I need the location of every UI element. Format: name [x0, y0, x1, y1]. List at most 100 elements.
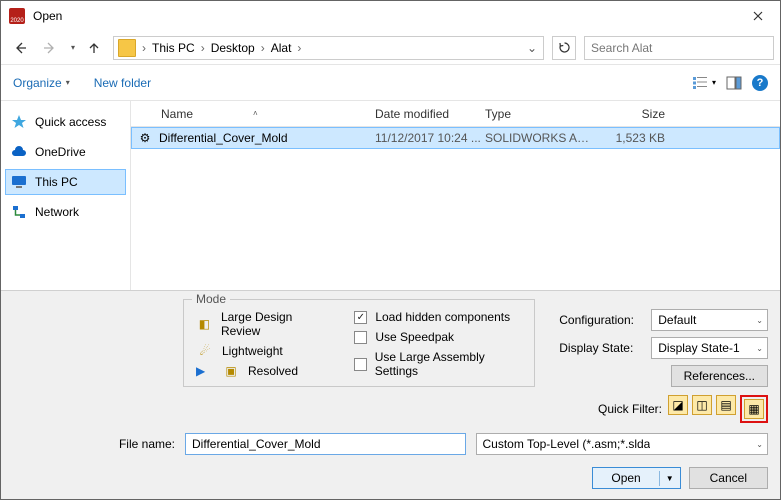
- open-dialog: Open ▾ › This PC › Desktop › Alat › ⌄ Se…: [0, 0, 781, 500]
- sidebar-item-network[interactable]: Network: [5, 199, 126, 225]
- mode-option-large-design-review[interactable]: ◧ Large Design Review: [196, 310, 328, 338]
- large-design-review-icon: ◧: [196, 317, 213, 331]
- mode-option-label: Large Design Review: [221, 310, 328, 338]
- back-button[interactable]: [7, 35, 33, 61]
- organize-menu[interactable]: Organize ▾: [13, 76, 70, 90]
- check-use-speedpak[interactable]: Use Speedpak: [354, 330, 522, 344]
- close-button[interactable]: [735, 1, 780, 31]
- refresh-icon: [558, 41, 571, 54]
- file-header: Name˄ Date modified Type Size: [131, 101, 780, 127]
- filter-part-button[interactable]: ◪: [668, 395, 688, 415]
- open-button[interactable]: Open ▼: [592, 467, 680, 489]
- window-title: Open: [33, 9, 735, 23]
- filter-assembly-button[interactable]: ◫: [692, 395, 712, 415]
- arrow-left-icon: [13, 41, 27, 55]
- column-type[interactable]: Type: [485, 107, 595, 121]
- cancel-button[interactable]: Cancel: [689, 467, 768, 489]
- breadcrumb-item[interactable]: This PC: [150, 41, 197, 55]
- titlebar: Open: [1, 1, 780, 31]
- file-name: Differential_Cover_Mold: [153, 131, 375, 145]
- chevron-down-icon: ⌄: [756, 344, 763, 353]
- view-menu[interactable]: ▾: [692, 75, 716, 91]
- column-date[interactable]: Date modified: [375, 107, 485, 121]
- star-icon: [11, 114, 27, 130]
- lightweight-icon: ☄: [196, 344, 214, 358]
- breadcrumb[interactable]: › This PC › Desktop › Alat › ⌄: [113, 36, 544, 60]
- chevron-down-icon: ▾: [66, 78, 70, 87]
- checkbox-icon: [354, 331, 367, 344]
- column-size[interactable]: Size: [595, 107, 685, 121]
- breadcrumb-expand[interactable]: ⌄: [523, 41, 541, 55]
- part-icon: ◪: [672, 398, 683, 412]
- file-type: SOLIDWORKS Ass...: [485, 131, 595, 145]
- app-icon: [9, 8, 25, 24]
- column-name[interactable]: Name˄: [137, 107, 375, 121]
- quick-filter-label: Quick Filter:: [598, 402, 662, 416]
- body: Quick access OneDrive This PC Network Na…: [1, 101, 780, 290]
- bottom-panel: Mode ◧ Large Design Review ☄ Lightweight…: [1, 290, 780, 499]
- close-icon: [753, 11, 763, 21]
- top-level-icon: ▦: [748, 402, 759, 416]
- display-state-value: Display State-1: [658, 341, 739, 355]
- monitor-icon: [11, 174, 27, 190]
- sidebar-item-label: Network: [35, 205, 79, 219]
- cloud-icon: [11, 144, 27, 160]
- mode-option-lightweight[interactable]: ☄ Lightweight: [196, 344, 328, 358]
- chevron-down-icon: ▾: [712, 78, 716, 87]
- refresh-button[interactable]: [552, 36, 576, 60]
- check-label: Load hidden components: [375, 310, 510, 324]
- filename-row: File name: Custom Top-Level (*.asm;*.sld…: [13, 433, 768, 455]
- open-split-dropdown[interactable]: ▼: [659, 471, 680, 486]
- configuration-combo[interactable]: Default ⌄: [651, 309, 768, 331]
- filetype-combo[interactable]: Custom Top-Level (*.asm;*.slda ⌄: [476, 433, 769, 455]
- help-button[interactable]: ?: [752, 75, 768, 91]
- new-folder-button[interactable]: New folder: [94, 76, 151, 90]
- filetype-value: Custom Top-Level (*.asm;*.slda: [483, 437, 651, 451]
- mode-option-resolved[interactable]: ▶ ▣ Resolved: [196, 364, 328, 378]
- preview-pane-button[interactable]: [726, 75, 742, 91]
- file-row[interactable]: ⚙ Differential_Cover_Mold 11/12/2017 10:…: [131, 127, 780, 149]
- arrow-up-icon: [87, 41, 101, 55]
- file-list[interactable]: ⚙ Differential_Cover_Mold 11/12/2017 10:…: [131, 127, 780, 290]
- right-settings: Configuration: Default ⌄ Display State: …: [559, 299, 768, 387]
- filename-label: File name:: [13, 437, 175, 451]
- resolved-pointer-icon: ▶: [196, 364, 214, 378]
- mode-option-label: Resolved: [248, 364, 298, 378]
- filter-top-level-highlight: ▦: [740, 395, 768, 423]
- recent-dropdown[interactable]: ▾: [67, 35, 79, 61]
- file-panel: Name˄ Date modified Type Size ⚙ Differen…: [131, 101, 780, 290]
- up-button[interactable]: [83, 35, 105, 61]
- check-label: Use Large Assembly Settings: [375, 350, 523, 378]
- chevron-right-icon: ›: [197, 41, 209, 55]
- check-use-large-assembly-settings[interactable]: Use Large Assembly Settings: [354, 350, 522, 378]
- filter-top-level-button[interactable]: ▦: [744, 399, 764, 419]
- filename-input[interactable]: [185, 433, 466, 455]
- nav-row: ▾ › This PC › Desktop › Alat › ⌄ Search …: [1, 31, 780, 65]
- display-state-combo[interactable]: Display State-1 ⌄: [651, 337, 768, 359]
- sidebar-item-this-pc[interactable]: This PC: [5, 169, 126, 195]
- references-label: References...: [684, 369, 755, 383]
- chevron-down-icon: ⌄: [756, 316, 763, 325]
- mode-option-label: Lightweight: [222, 344, 283, 358]
- sidebar-item-onedrive[interactable]: OneDrive: [5, 139, 126, 165]
- references-button[interactable]: References...: [671, 365, 768, 387]
- sort-caret-icon: ˄: [253, 109, 258, 118]
- quick-filter-row: Quick Filter: ◪ ◫ ▤ ▦: [13, 395, 768, 423]
- open-label: Open: [593, 468, 658, 488]
- mode-legend: Mode: [192, 292, 230, 306]
- check-load-hidden-components[interactable]: ✓ Load hidden components: [354, 310, 522, 324]
- resolved-icon: ▣: [222, 364, 240, 378]
- network-icon: [11, 204, 27, 220]
- file-size: 1,523 KB: [595, 131, 685, 145]
- file-date: 11/12/2017 10:24 ...: [375, 131, 485, 145]
- breadcrumb-item[interactable]: Desktop: [209, 41, 257, 55]
- arrow-right-icon: [43, 41, 57, 55]
- sidebar-item-quick-access[interactable]: Quick access: [5, 109, 126, 135]
- check-label: Use Speedpak: [375, 330, 454, 344]
- mode-group: Mode ◧ Large Design Review ☄ Lightweight…: [183, 299, 535, 387]
- breadcrumb-item[interactable]: Alat: [269, 41, 294, 55]
- search-input[interactable]: Search Alat: [584, 36, 774, 60]
- sidebar-item-label: Quick access: [35, 115, 106, 129]
- filter-drawing-button[interactable]: ▤: [716, 395, 736, 415]
- forward-button[interactable]: [37, 35, 63, 61]
